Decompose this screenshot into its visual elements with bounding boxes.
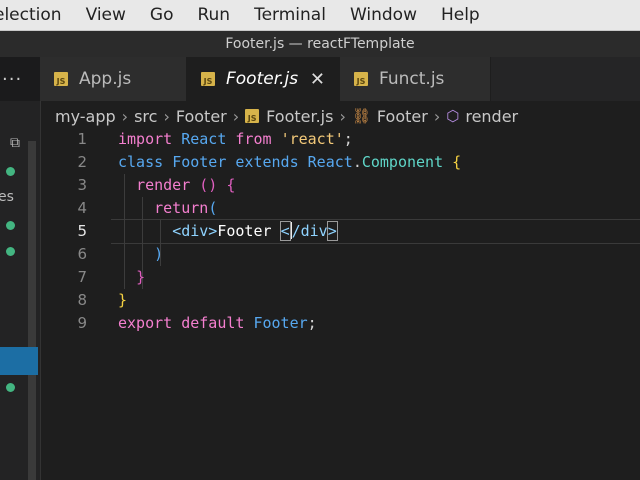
breadcrumb-root[interactable]: my-app xyxy=(55,107,116,126)
tab-footer-js[interactable]: JS Footer.js ✕ xyxy=(187,57,340,101)
code-editor[interactable]: 1 import React from 'react'; 2 class Foo… xyxy=(41,128,640,480)
code-line: 2 class Footer extends React.Component { xyxy=(41,151,640,174)
line-number: 7 xyxy=(77,268,87,286)
tab-label: Footer.js xyxy=(226,69,299,89)
menu-go[interactable]: Go xyxy=(150,5,174,25)
breadcrumb-class[interactable]: Footer xyxy=(377,107,428,126)
chevron-right-icon: › xyxy=(433,106,441,126)
line-number: 9 xyxy=(77,314,87,332)
chevron-right-icon: › xyxy=(163,106,170,126)
code-line: 8 } xyxy=(41,289,640,312)
code-line: 4 return( xyxy=(41,197,640,220)
line-number: 4 xyxy=(77,199,87,217)
code-line: 1 import React from 'react'; xyxy=(41,128,640,151)
git-status-dot xyxy=(6,221,15,230)
breadcrumb-file[interactable]: Footer.js xyxy=(266,107,333,126)
menu-view[interactable]: View xyxy=(86,5,126,25)
js-file-icon: JS xyxy=(354,72,368,86)
code-text[interactable]: <div>Footer </div> xyxy=(118,220,338,243)
tab-bar-empty xyxy=(491,57,640,101)
menu-terminal[interactable]: Terminal xyxy=(254,5,326,25)
more-icon[interactable]: ··· xyxy=(0,57,40,101)
code-text[interactable]: return( xyxy=(118,197,217,220)
code-line: 9 export default Footer; xyxy=(41,312,640,335)
menu-selection[interactable]: election xyxy=(0,5,62,25)
menu-bar: election View Go Run Terminal Window Hel… xyxy=(0,0,640,31)
line-number: 2 xyxy=(77,153,87,171)
git-status-dot xyxy=(6,247,15,256)
git-status-dot xyxy=(6,383,15,392)
chevron-right-icon: › xyxy=(232,106,240,126)
chevron-right-icon: › xyxy=(121,106,129,126)
menu-help[interactable]: Help xyxy=(441,5,480,25)
line-number: 3 xyxy=(77,176,87,194)
collapse-folders-icon[interactable]: ⧉ xyxy=(10,135,20,151)
js-file-icon: JS xyxy=(201,72,215,86)
code-line: 7 } xyxy=(41,266,640,289)
code-text[interactable]: ) xyxy=(118,243,163,266)
code-line: 6 ) xyxy=(41,243,640,266)
line-number: 1 xyxy=(77,130,87,148)
git-status-dot xyxy=(6,167,15,176)
js-file-icon: JS xyxy=(245,109,260,123)
breadcrumb: my-app › src › Footer › JS Footer.js › ⛓… xyxy=(55,104,518,128)
code-text[interactable]: } xyxy=(118,266,145,289)
tab-funct-js[interactable]: JS Funct.js xyxy=(340,57,491,101)
breadcrumb-method[interactable]: render xyxy=(465,107,518,126)
code-line: 5 <div>Footer </div> xyxy=(41,220,640,243)
code-text[interactable]: export default Footer; xyxy=(118,312,317,335)
code-line: 3 render () { xyxy=(41,174,640,197)
menu-window[interactable]: Window xyxy=(350,5,417,25)
window-title: Footer.js — reactFTemplate xyxy=(0,31,640,57)
line-number: 6 xyxy=(77,245,87,263)
close-icon[interactable]: ✕ xyxy=(310,69,325,90)
breadcrumb-footer-folder[interactable]: Footer xyxy=(176,107,227,126)
sidebar-selected-item[interactable] xyxy=(0,347,38,375)
tab-bar: ··· JS App.js JS Footer.js ✕ JS Funct.js xyxy=(0,57,640,101)
code-text[interactable]: class Footer extends React.Component { xyxy=(118,151,461,174)
code-text[interactable]: } xyxy=(118,289,127,312)
menu-run[interactable]: Run xyxy=(197,5,230,25)
tab-label: Funct.js xyxy=(379,69,445,89)
class-symbol-icon: ⛓ xyxy=(351,107,371,125)
chevron-right-icon: › xyxy=(339,106,346,126)
tab-app-js[interactable]: JS App.js xyxy=(40,57,187,101)
explorer-sidebar: ⧉ es xyxy=(0,101,41,480)
line-number: 5 xyxy=(77,222,87,240)
method-cube-icon: ⬡ xyxy=(446,107,460,125)
tab-label: App.js xyxy=(79,69,132,89)
sidebar-scrollbar[interactable] xyxy=(28,141,36,480)
code-text[interactable]: import React from 'react'; xyxy=(118,128,353,151)
js-file-icon: JS xyxy=(54,72,68,86)
code-text[interactable]: render () { xyxy=(118,174,235,197)
breadcrumb-src[interactable]: src xyxy=(134,107,157,126)
line-number: 8 xyxy=(77,291,87,309)
sidebar-label: es xyxy=(0,189,14,205)
